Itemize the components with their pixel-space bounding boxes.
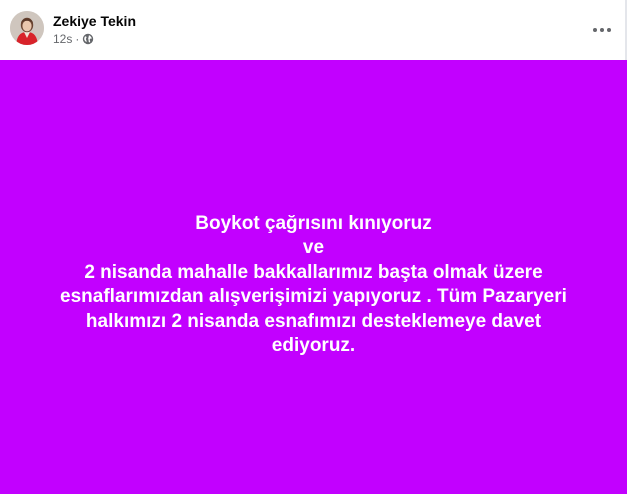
post-text-line: ve [302, 237, 325, 258]
post-meta: 12s · [53, 32, 94, 46]
post-text-line: 2 nisanda mahalle bakkallarımız başta ol… [84, 261, 543, 283]
post-card: Zekiye Tekin 12s · Boykot çağrısını kını… [0, 0, 627, 494]
post-text-line: Boykot çağrısını kınıyoruz [195, 212, 432, 234]
post-text: Boykot çağrısını kınıyoruz ve 2 nisanda … [34, 212, 594, 359]
globe-icon [82, 33, 94, 45]
author-name[interactable]: Zekiye Tekin [53, 13, 136, 30]
post-background: Boykot çağrısını kınıyoruz ve 2 nisanda … [0, 60, 627, 494]
more-horizontal-icon [593, 28, 611, 32]
post-header: Zekiye Tekin 12s · [0, 0, 627, 60]
post-text-line: ediyoruz. [271, 335, 356, 356]
avatar[interactable] [10, 11, 44, 45]
post-text-line: esnaflarımızdan alışverişimizi yapıyoruz… [60, 286, 567, 307]
avatar-photo [10, 11, 44, 45]
post-options-button[interactable] [588, 16, 616, 44]
post-timestamp[interactable]: 12s [53, 32, 72, 46]
meta-separator: · [75, 32, 80, 46]
post-text-line: halkımızı 2 nisanda esnafımızı desteklem… [85, 310, 542, 332]
